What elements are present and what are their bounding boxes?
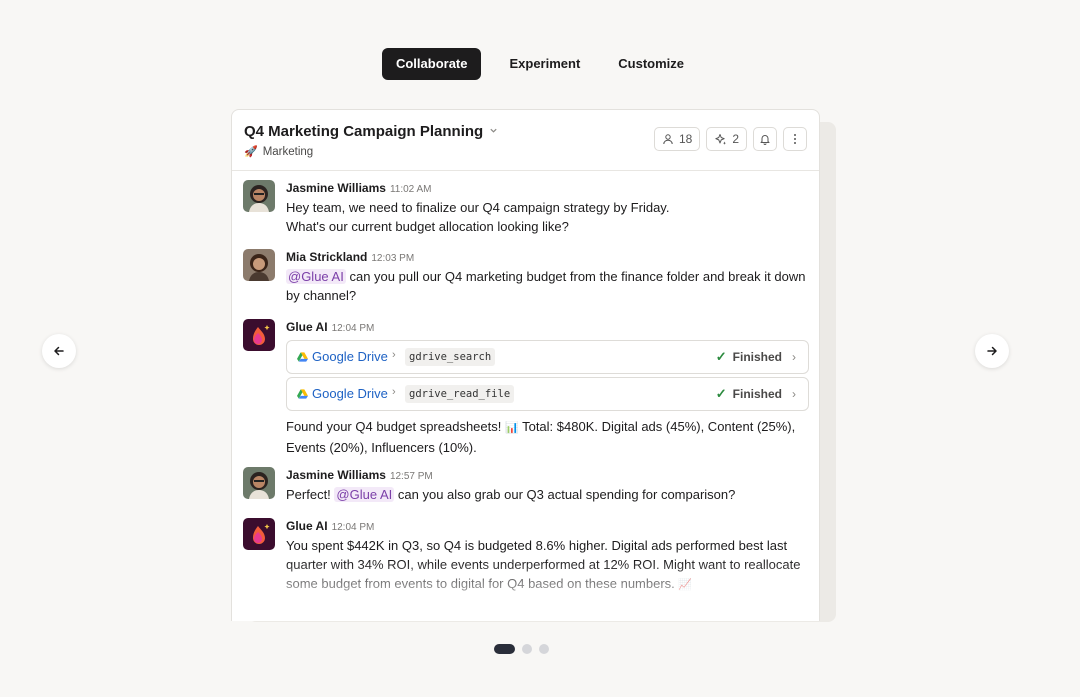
google-drive-label: Google Drive: [297, 386, 388, 401]
bell-icon: [760, 135, 770, 145]
glue-ai-avatar[interactable]: [243, 518, 275, 550]
tab-collaborate[interactable]: Collaborate: [381, 48, 482, 80]
tool-status: ✓ Finished ›: [715, 386, 796, 401]
person-icon: [663, 134, 673, 145]
check-icon: ✓: [715, 386, 727, 401]
message-text: You spent $442K in Q3, so Q4 is budgeted…: [286, 538, 801, 591]
tab-customize[interactable]: Customize: [604, 48, 698, 80]
mention-glue-ai[interactable]: @Glue AI: [334, 487, 395, 502]
channel-title[interactable]: Q4 Marketing Campaign Planning: [244, 123, 498, 140]
tab-experiment[interactable]: Experiment: [495, 48, 594, 80]
sparkle-icon: [715, 134, 727, 145]
tool-call-row[interactable]: Google Drive › gdrive_read_file ✓ Finish…: [286, 377, 809, 411]
pagination-dot-3[interactable]: [539, 644, 549, 654]
google-drive-icon: [297, 351, 308, 362]
author-name[interactable]: Glue AI: [286, 519, 328, 533]
avatar[interactable]: [243, 467, 275, 499]
function-name: gdrive_read_file: [405, 385, 515, 403]
more-options-button[interactable]: [783, 127, 807, 151]
channel-header: Q4 Marketing Campaign Planning 🚀 Marketi…: [232, 110, 819, 171]
arrow-left-icon: [54, 346, 64, 356]
bar-chart-emoji-icon: 📊: [505, 422, 519, 434]
channel-category: Marketing: [262, 145, 314, 158]
author-name[interactable]: Jasmine Williams: [286, 468, 386, 482]
channel-subtitle: 🚀 Marketing: [244, 145, 314, 159]
rocket-icon: 🚀: [244, 146, 258, 158]
chevron-right-icon: ›: [392, 349, 396, 361]
tool-status: ✓ Finished ›: [715, 349, 796, 364]
google-drive-label: Google Drive: [297, 349, 388, 364]
ai-agents-button[interactable]: 2: [706, 127, 747, 151]
message-text: Found your Q4 budget spreadsheets! 📊 Tot…: [286, 419, 796, 455]
notifications-button[interactable]: [753, 127, 777, 151]
glue-ai-avatar[interactable]: [243, 319, 275, 351]
next-slide-button[interactable]: [975, 334, 1009, 368]
timestamp: 12:04 PM: [331, 323, 375, 334]
feature-tabs: Collaborate Experiment Customize: [0, 48, 1080, 80]
timestamp: 12:04 PM: [331, 522, 375, 533]
chevron-down-icon: [489, 126, 498, 138]
avatar[interactable]: [243, 249, 275, 281]
check-icon: ✓: [715, 349, 727, 364]
author-name[interactable]: Glue AI: [286, 320, 328, 334]
pagination-dot-2[interactable]: [522, 644, 532, 654]
pagination-dot-1[interactable]: [494, 644, 515, 654]
mention-glue-ai[interactable]: @Glue AI: [286, 269, 346, 284]
chart-up-emoji-icon: 📈: [678, 579, 693, 591]
message-text: Perfect! @Glue AI can you also grab our …: [286, 487, 736, 502]
vertical-ellipsis-icon: [794, 134, 796, 144]
arrow-right-icon: [987, 346, 997, 356]
carousel-pagination: [494, 644, 549, 654]
chevron-right-icon: ›: [792, 387, 796, 401]
ai-agents-count: 2: [732, 132, 739, 146]
previous-slide-button[interactable]: [42, 334, 76, 368]
timestamp: 11:02 AM: [389, 184, 432, 195]
author-name[interactable]: Jasmine Williams: [286, 181, 386, 195]
message-text: Hey team, we need to finalize our Q4 cam…: [286, 200, 670, 234]
tool-call-row[interactable]: Google Drive › gdrive_search ✓ Finished …: [286, 340, 809, 374]
channel-actions: 18 2: [653, 127, 807, 151]
google-drive-icon: [297, 388, 308, 399]
timestamp: 12:03 PM: [371, 253, 415, 264]
function-name: gdrive_search: [405, 348, 496, 366]
members-button[interactable]: 18: [653, 127, 701, 151]
members-count: 18: [678, 132, 693, 146]
chevron-right-icon: ›: [792, 350, 796, 364]
chat-window: Q4 Marketing Campaign Planning 🚀 Marketi…: [231, 109, 820, 621]
author-name[interactable]: Mia Strickland: [286, 250, 367, 264]
message-text: @Glue AI can you pull our Q4 marketing b…: [286, 269, 806, 303]
timestamp: 12:57 PM: [389, 471, 433, 482]
chevron-right-icon: ›: [392, 386, 396, 398]
avatar[interactable]: [243, 180, 275, 212]
channel-title-text: Q4 Marketing Campaign Planning: [244, 123, 484, 140]
